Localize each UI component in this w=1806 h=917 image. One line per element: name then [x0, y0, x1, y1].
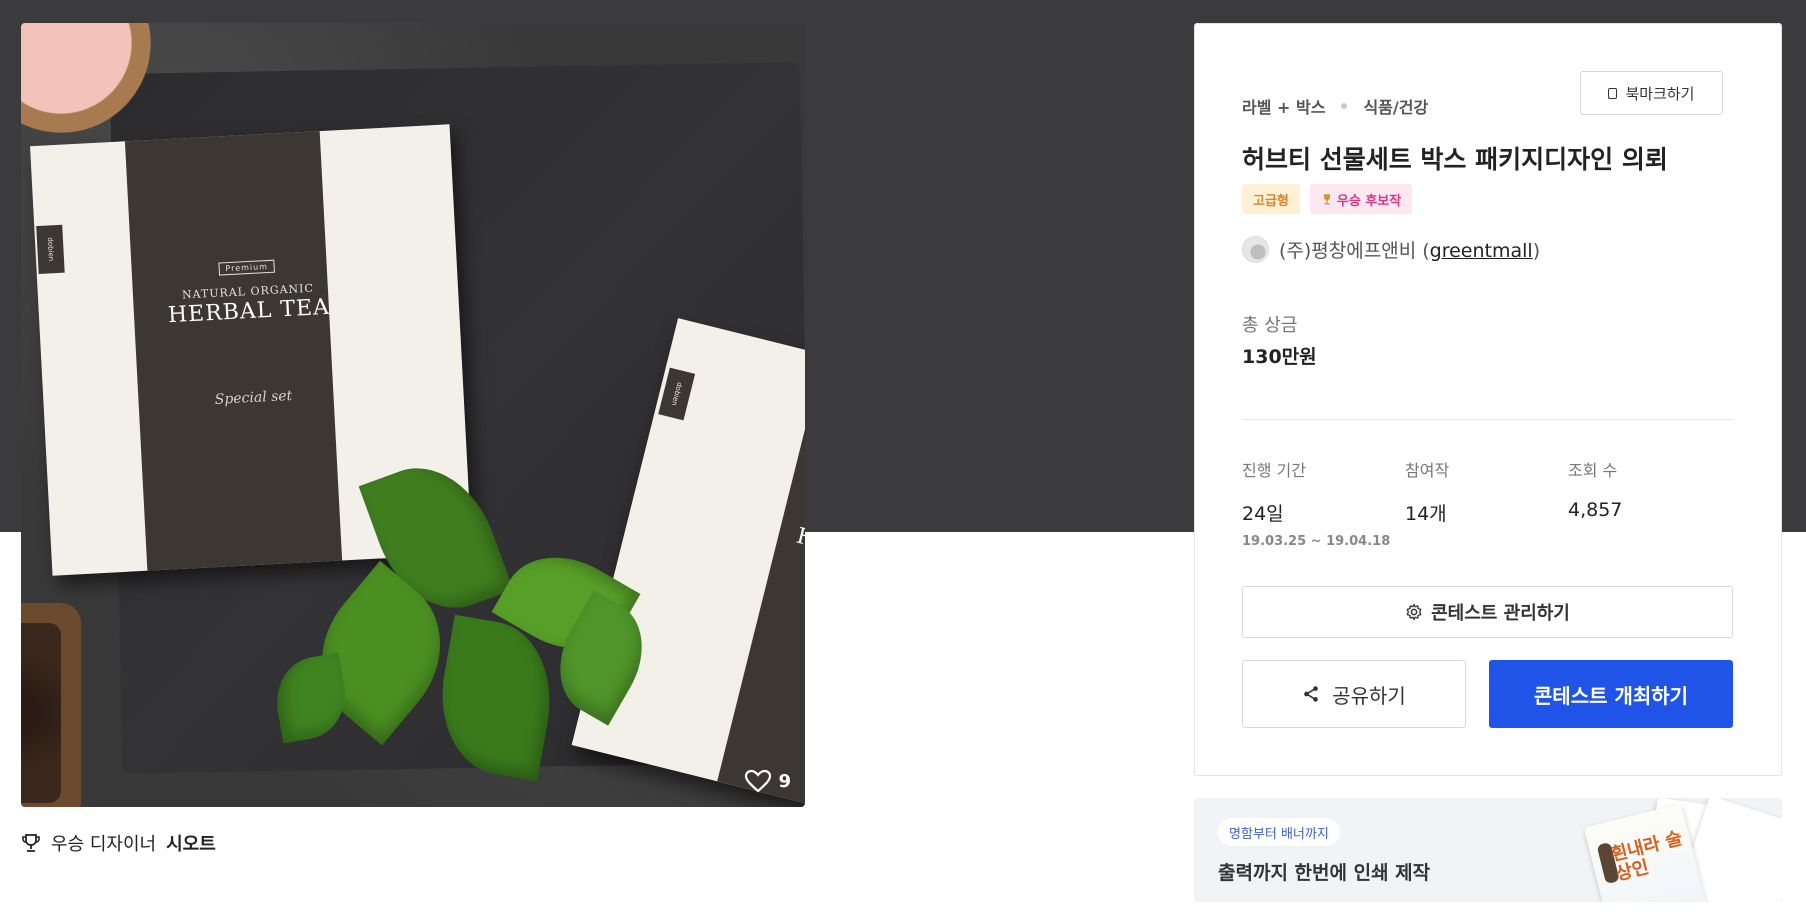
bookmark-icon [1608, 87, 1618, 99]
contest-title: 허브티 선물세트 박스 패키지디자인 의뢰 [1242, 145, 1668, 174]
stat-period-label: 진행 기간 [1242, 461, 1306, 480]
heart-icon [745, 769, 772, 793]
host-handle-link[interactable]: greentmall [1430, 240, 1533, 262]
breadcrumb-separator [1341, 103, 1348, 109]
breadcrumb-subcategory[interactable]: 식품/건강 [1363, 94, 1428, 118]
share-label: 공유하기 [1332, 683, 1406, 708]
stat-period-range: 19.03.25 ~ 19.04.18 [1242, 534, 1391, 549]
like-count: 9 [778, 770, 791, 792]
winner-name[interactable]: 시오트 [166, 830, 216, 856]
badge-group: 고급형 우승 후보작 [1242, 184, 1413, 214]
manage-contest-button[interactable]: 콘테스트 관리하기 [1242, 586, 1733, 638]
winner-candidate-label: 우승 후보작 [1336, 193, 1402, 209]
stat-period: 진행 기간 24일 19.03.25 ~ 19.04.18 [1242, 457, 1405, 549]
stat-views: 조회 수 4,857 [1568, 457, 1731, 549]
ad-flyer-text: 흰내라 술상인 [1608, 827, 1685, 886]
winner-candidate-badge: 우승 후보작 [1309, 184, 1413, 214]
gear-icon [1406, 603, 1422, 621]
host-info: (주)평창에프앤비 (greentmall) [1242, 236, 1540, 263]
like-button[interactable]: 9 [744, 769, 791, 793]
box2-brand: dobien [658, 367, 696, 421]
ad-image: 흰내라 술상인 [1583, 798, 1782, 902]
host-contest-button[interactable]: 콘테스트 개최하기 [1489, 660, 1733, 728]
stat-entries: 참여작 14개 [1405, 457, 1568, 549]
breadcrumb-category[interactable]: 라벨 + 박스 [1242, 94, 1325, 118]
stat-entries-label: 참여작 [1405, 461, 1450, 480]
premium-badge: 고급형 [1242, 184, 1300, 214]
bookmark-label: 북마크하기 [1625, 84, 1695, 103]
winner-label: 우승 디자이너 [51, 834, 157, 855]
share-button[interactable]: 공유하기 [1242, 660, 1466, 728]
ad-tag: 명함부터 배너까지 [1218, 818, 1340, 846]
ad-text: 출력까지 한번에 인쇄 제작 [1218, 862, 1431, 884]
prize-value: 130만원 [1242, 346, 1317, 368]
host-company: (주)평창에프앤비 [1279, 240, 1417, 262]
trophy-icon [22, 834, 40, 852]
stat-entries-value: 14개 [1405, 503, 1447, 525]
winner-designer: 우승 디자이너 시오트 [21, 830, 216, 856]
stat-period-value: 24일 [1242, 503, 1284, 525]
product-image[interactable]: dobien Premium NATURAL ORGANIC HERBAL TE… [21, 23, 805, 807]
pepper-bowl [21, 603, 81, 807]
trophy-icon [1323, 194, 1330, 205]
manage-contest-label: 콘테스트 관리하기 [1431, 603, 1570, 624]
avatar [1242, 236, 1269, 263]
bookmark-button[interactable]: 북마크하기 [1580, 71, 1723, 115]
prize-label: 총 상금 [1242, 315, 1298, 336]
contest-info-card: 북마크하기 라벨 + 박스 식품/건강 허브티 선물세트 박스 패키지디자인 의… [1194, 23, 1782, 776]
stat-views-label: 조회 수 [1568, 461, 1618, 480]
box-brand: dobien [36, 224, 65, 275]
stat-views-value: 4,857 [1568, 499, 1623, 521]
share-icon [1304, 686, 1319, 702]
contest-stats: 진행 기간 24일 19.03.25 ~ 19.04.18 참여작 14개 조회… [1242, 457, 1732, 549]
breadcrumb: 라벨 + 박스 식품/건강 [1242, 94, 1428, 118]
print-ad-banner[interactable]: 명함부터 배너까지 출력까지 한번에 인쇄 제작 흰내라 술상인 [1194, 798, 1782, 902]
divider [1242, 419, 1732, 420]
